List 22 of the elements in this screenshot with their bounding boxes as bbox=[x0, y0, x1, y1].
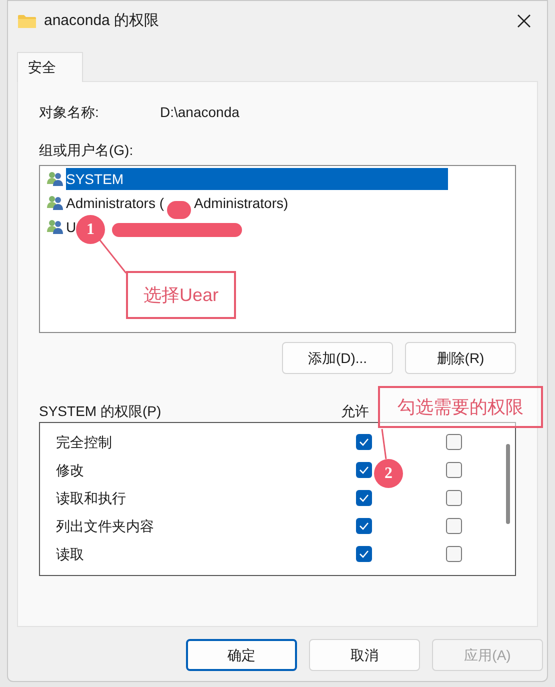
permission-name: 读取 bbox=[56, 544, 85, 564]
tab[interactable]: 安全 bbox=[17, 52, 83, 82]
permission-name: 列出文件夹内容 bbox=[56, 516, 155, 536]
group-item-suffix: Administrators) bbox=[194, 194, 288, 213]
annotation-note: 选择Uear bbox=[126, 271, 236, 319]
permission-name: 修改 bbox=[56, 460, 85, 480]
permission-name: 完全控制 bbox=[56, 432, 113, 452]
group-item[interactable]: SYSTEM bbox=[66, 168, 448, 190]
window-title: anaconda 的权限 bbox=[44, 10, 160, 31]
permission-name: 读取和执行 bbox=[56, 488, 127, 508]
group-item[interactable]: Administrators ( bbox=[66, 192, 164, 214]
annotation-note: 勾选需要的权限 bbox=[378, 386, 543, 428]
groups-label: 组或用户名(G): bbox=[39, 141, 134, 160]
permissions-label: SYSTEM 的权限(P) bbox=[39, 402, 162, 421]
dialog-button[interactable]: 取消 bbox=[309, 639, 420, 671]
dialog-button[interactable]: 确定 bbox=[186, 639, 297, 671]
group-item[interactable]: U bbox=[66, 216, 76, 238]
group-button[interactable]: 删除(R) bbox=[405, 342, 516, 374]
object-name-label: 对象名称: bbox=[39, 103, 100, 122]
object-name-value: D:\anaconda bbox=[160, 103, 240, 122]
group-button[interactable]: 添加(D)... bbox=[282, 342, 393, 374]
allow-header: 允许 bbox=[341, 402, 369, 421]
